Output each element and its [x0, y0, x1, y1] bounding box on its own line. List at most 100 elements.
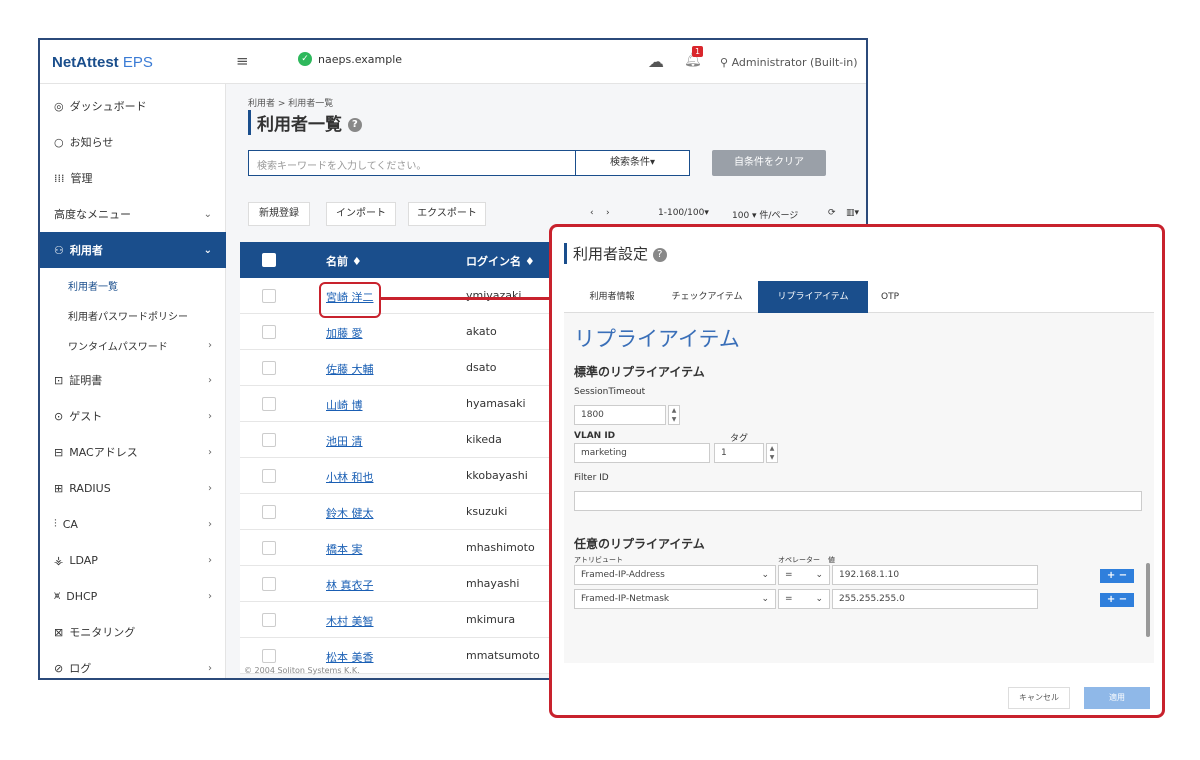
sidebar-item-news[interactable]: ○ お知らせ: [40, 124, 226, 160]
row-checkbox[interactable]: [262, 469, 276, 483]
table-row[interactable]: 佐藤 大輔 dsato: [240, 350, 570, 386]
user-name-link[interactable]: 小林 和也: [326, 469, 374, 485]
row-checkbox[interactable]: [262, 613, 276, 627]
sidebar-sub-user-list[interactable]: 利用者一覧: [40, 270, 226, 300]
guest-icon: ⊙: [54, 409, 64, 423]
sidebar-item-advanced[interactable]: 高度なメニュー ⌄: [40, 196, 226, 232]
user-menu[interactable]: ⚲ Administrator (Built-in): [720, 56, 858, 69]
add-remove-buttons[interactable]: + −: [1100, 569, 1134, 583]
import-button[interactable]: インポート: [326, 202, 396, 226]
table-row[interactable]: 林 真衣子 mhayashi: [240, 566, 570, 602]
table-row[interactable]: 池田 清 kikeda: [240, 422, 570, 458]
sidebar-item-log[interactable]: ⊘ ログ ›: [40, 650, 226, 678]
search-input[interactable]: 検索キーワードを入力してください。: [248, 150, 576, 176]
table-row[interactable]: 山崎 博 hyamasaki: [240, 386, 570, 422]
sidebar-item-mac[interactable]: ⊟ MACアドレス ›: [40, 434, 226, 470]
user-name-link[interactable]: 鈴木 健太: [326, 505, 374, 521]
attribute-select[interactable]: Framed-IP-Netmask ⌄: [574, 589, 776, 609]
cloud-icon[interactable]: ☁: [648, 52, 664, 71]
row-checkbox[interactable]: [262, 577, 276, 591]
column-login[interactable]: ログイン名 ♦: [466, 253, 535, 269]
user-name-link[interactable]: 木村 美智: [326, 613, 374, 629]
row-checkbox[interactable]: [262, 433, 276, 447]
filter-id-input[interactable]: [574, 491, 1142, 511]
tag-input[interactable]: 1: [714, 443, 764, 463]
tab-reply-items[interactable]: リプライアイテム: [758, 281, 868, 313]
apply-button[interactable]: 適用: [1084, 687, 1150, 709]
value-input[interactable]: 255.255.255.0: [832, 589, 1038, 609]
tab-user-info[interactable]: 利用者情報: [582, 281, 642, 313]
search-condition-button[interactable]: 検索条件▾: [576, 150, 690, 176]
range-select[interactable]: 1-100/100▾: [658, 208, 709, 218]
row-checkbox[interactable]: [262, 505, 276, 519]
sidebar-item-guest[interactable]: ⊙ ゲスト ›: [40, 398, 226, 434]
table-row[interactable]: 木村 美智 mkimura: [240, 602, 570, 638]
row-checkbox[interactable]: [262, 289, 276, 303]
add-remove-buttons[interactable]: + −: [1100, 593, 1134, 607]
session-timeout-stepper[interactable]: ▲ ▼: [668, 405, 680, 425]
select-all-checkbox[interactable]: [262, 253, 276, 267]
sidebar-item-monitoring[interactable]: ⊠ モニタリング: [40, 614, 226, 650]
session-timeout-input[interactable]: 1800: [574, 405, 666, 425]
sidebar-sub-otp[interactable]: ワンタイムパスワード ›: [40, 330, 226, 360]
sidebar-item-users[interactable]: ⚇ 利用者 ⌄: [40, 232, 226, 268]
login-name: mmatsumoto: [466, 649, 540, 662]
user-name-link[interactable]: 加藤 愛: [326, 325, 363, 341]
chevron-down-icon: ⌄: [203, 244, 212, 256]
table-row[interactable]: 宮崎 洋二 ymiyazaki: [240, 278, 570, 314]
table-row[interactable]: 鈴木 健太 ksuzuki: [240, 494, 570, 530]
sidebar-item-ca[interactable]: ⫶ CA ›: [40, 506, 226, 542]
user-name-link[interactable]: 池田 清: [326, 433, 363, 449]
dhcp-icon: ⩙: [54, 589, 61, 602]
row-checkbox[interactable]: [262, 361, 276, 375]
help-icon[interactable]: ?: [652, 247, 667, 262]
table-row[interactable]: 小林 和也 kkobayashi: [240, 458, 570, 494]
clear-conditions-button[interactable]: 自条件をクリア: [712, 150, 826, 176]
table-row[interactable]: 加藤 愛 akato: [240, 314, 570, 350]
tab-otp[interactable]: OTP: [870, 281, 910, 313]
attribute-select[interactable]: Framed-IP-Address ⌄: [574, 565, 776, 585]
user-name-link[interactable]: 松本 美香: [326, 649, 374, 665]
sidebar-sub-password-policy[interactable]: 利用者パスワードポリシー: [40, 300, 226, 330]
logo[interactable]: NetAttest EPS: [52, 54, 153, 71]
table-row[interactable]: 橋本 実 mhashimoto: [240, 530, 570, 566]
export-button[interactable]: エクスポート: [408, 202, 486, 226]
user-name-link[interactable]: 佐藤 大輔: [326, 361, 374, 377]
sidebar-item-certificate[interactable]: ⊡ 証明書 ›: [40, 362, 226, 398]
bell-icon[interactable]: 🔔︎ 1: [684, 46, 703, 68]
tab-check-items[interactable]: チェックアイテム: [662, 281, 752, 313]
refresh-icon[interactable]: ⟳: [828, 208, 836, 218]
sidebar-item-admin[interactable]: ⁞⁞⁞ 管理: [40, 160, 226, 196]
per-page-select[interactable]: 100 ▾ 件/ページ: [732, 208, 798, 221]
tag-stepper[interactable]: ▲ ▼: [766, 443, 778, 463]
sidebar-item-ldap[interactable]: ⚶ LDAP ›: [40, 542, 226, 578]
login-name: ksuzuki: [466, 505, 508, 518]
columns-icon[interactable]: ▥▾: [846, 208, 859, 218]
cancel-button[interactable]: キャンセル: [1008, 687, 1070, 709]
login-name: akato: [466, 325, 497, 338]
sidebar-item-radius[interactable]: ⊞ RADIUS ›: [40, 470, 226, 506]
operator-select[interactable]: = ⌄: [778, 565, 830, 585]
row-checkbox[interactable]: [262, 325, 276, 339]
sidebar-item-dashboard[interactable]: ◎ ダッシュボード: [40, 88, 226, 124]
user-name-link[interactable]: 山崎 博: [326, 397, 363, 413]
new-button[interactable]: 新規登録: [248, 202, 310, 226]
column-name[interactable]: 名前 ♦: [326, 253, 362, 269]
next-page-button[interactable]: ›: [606, 208, 610, 218]
row-checkbox[interactable]: [262, 397, 276, 411]
scrollbar[interactable]: [1146, 563, 1150, 637]
menu-icon[interactable]: ≡: [236, 52, 249, 70]
user-name-link[interactable]: 林 真衣子: [326, 577, 374, 593]
row-checkbox[interactable]: [262, 541, 276, 555]
operator-select[interactable]: = ⌄: [778, 589, 830, 609]
user-icon: ⚲: [720, 56, 732, 69]
user-name-link[interactable]: 橋本 実: [326, 541, 363, 557]
col-attribute: アトリビュート: [574, 556, 623, 564]
radius-icon: ⊞: [54, 481, 64, 495]
vlan-id-input[interactable]: marketing: [574, 443, 710, 463]
value-input[interactable]: 192.168.1.10: [832, 565, 1038, 585]
help-icon[interactable]: ?: [347, 118, 362, 132]
prev-page-button[interactable]: ‹: [590, 208, 594, 218]
row-checkbox[interactable]: [262, 649, 276, 663]
sidebar-item-dhcp[interactable]: ⩙ DHCP ›: [40, 578, 226, 614]
